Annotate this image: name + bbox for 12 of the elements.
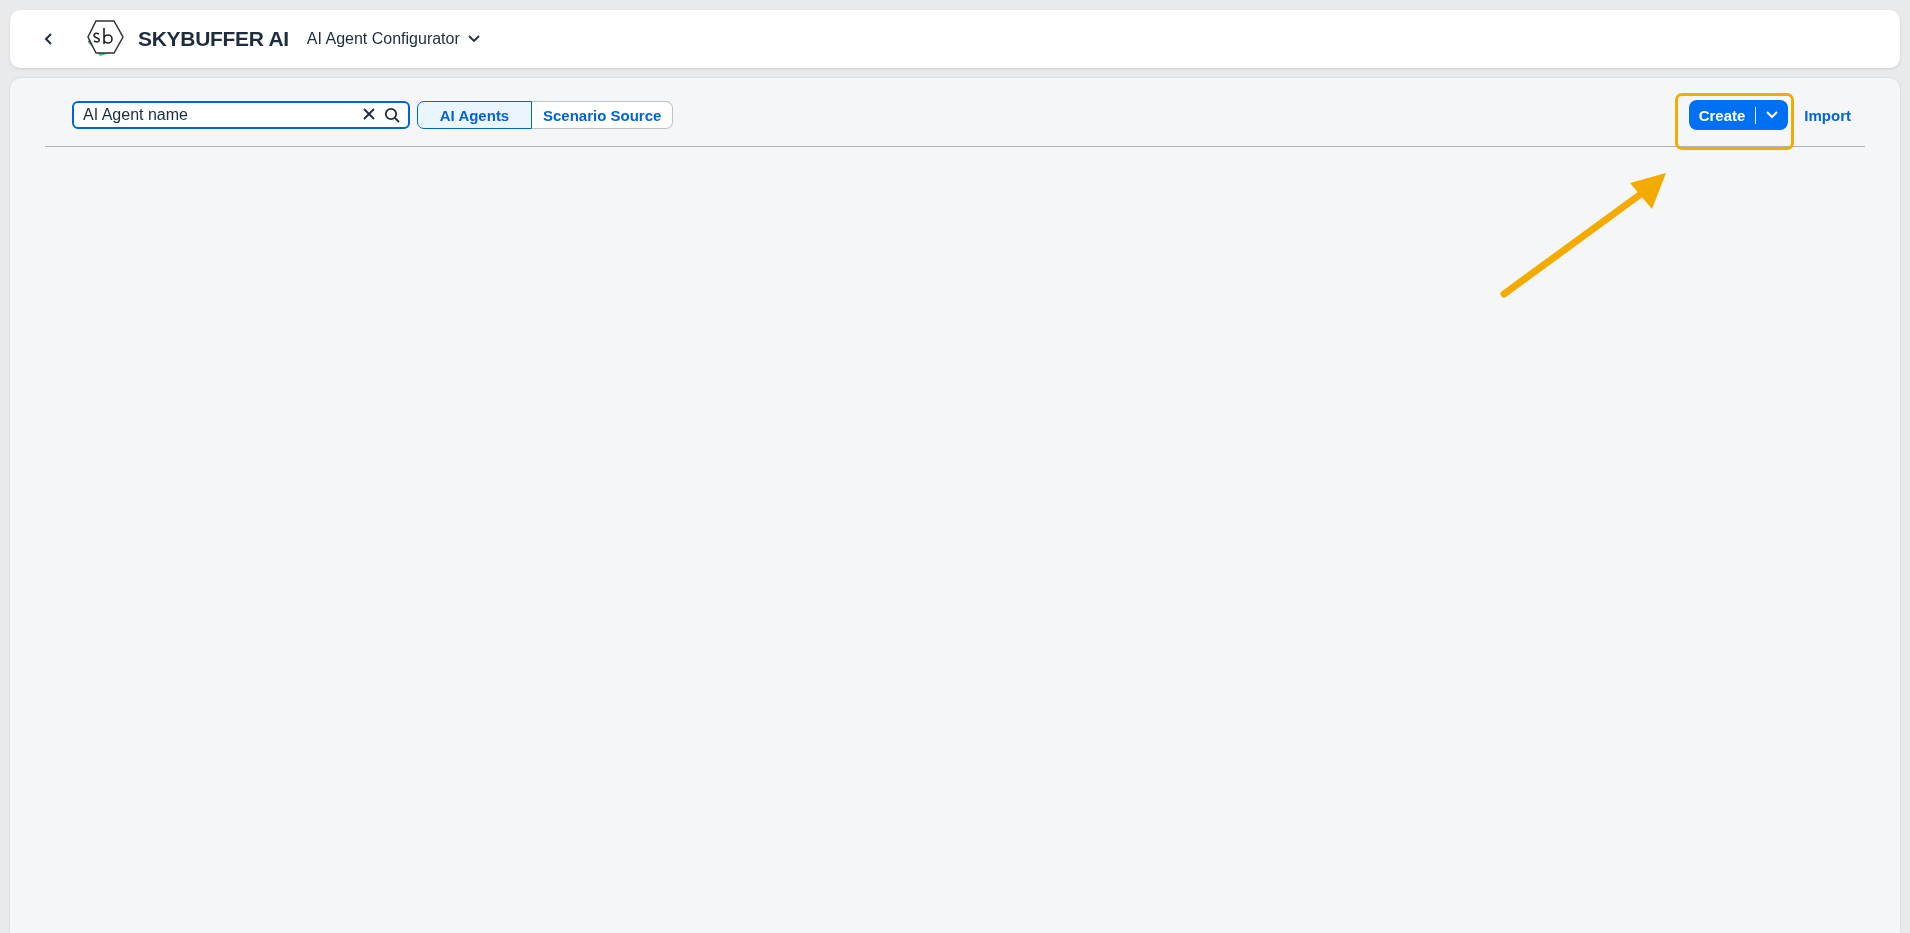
brand-name: SKYBUFFER AI	[138, 27, 289, 51]
search-field[interactable]: AI Agent name	[72, 101, 410, 129]
app-title-menu[interactable]: AI Agent Configurator	[302, 26, 484, 52]
segment-tab[interactable]: AI Agents	[417, 101, 532, 129]
import-link[interactable]: Import	[1804, 106, 1851, 124]
close-icon	[362, 107, 376, 121]
segment-tab[interactable]: Scenario Source	[532, 101, 674, 129]
chevron-down-icon	[467, 35, 480, 43]
create-button[interactable]: Create	[1688, 100, 1789, 130]
search-icon	[384, 107, 400, 123]
back-icon	[44, 32, 54, 46]
chevron-down-icon	[1766, 111, 1779, 119]
